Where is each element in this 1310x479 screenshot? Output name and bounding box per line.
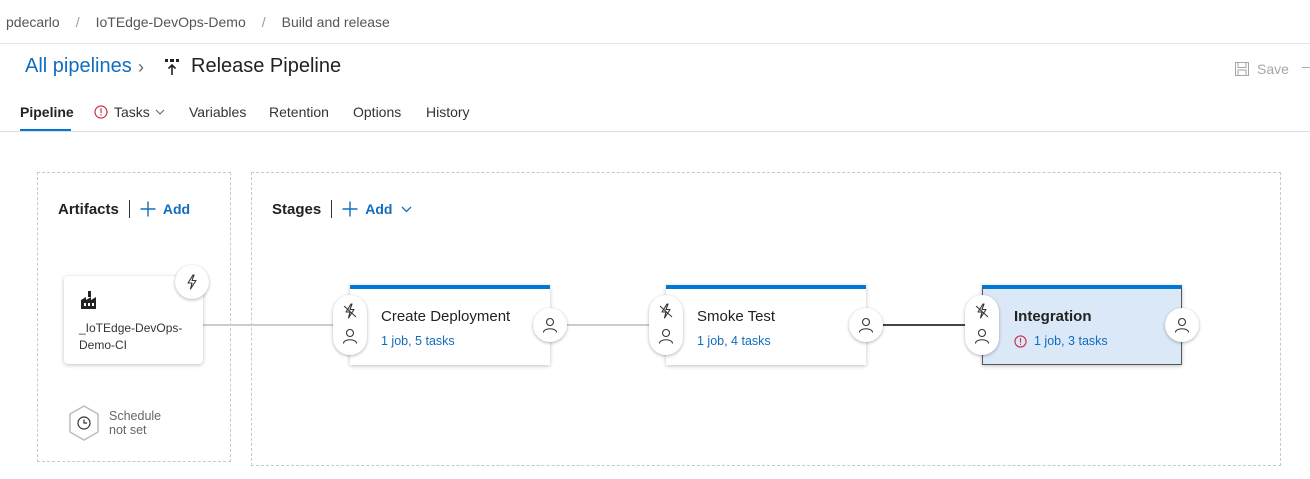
lightning-icon	[975, 303, 989, 319]
add-stage-button[interactable]: Add	[342, 201, 419, 217]
schedule-trigger[interactable]: Schedule not set	[67, 404, 161, 442]
tab-tasks[interactable]: Tasks	[94, 104, 165, 120]
artifacts-heading: Artifacts	[58, 200, 119, 218]
post-deployment-conditions-button[interactable]	[533, 308, 567, 342]
active-tab-indicator	[20, 129, 71, 131]
connector-line	[882, 324, 977, 326]
warning-icon	[1014, 334, 1027, 348]
stage-name: Smoke Test	[697, 308, 776, 325]
stage-summary: 1 job, 5 tasks	[381, 334, 455, 348]
approver-icon	[1174, 317, 1190, 333]
more-actions-button[interactable]: –	[1302, 58, 1310, 74]
tab-label: Variables	[189, 104, 247, 120]
chevron-down-icon	[401, 206, 412, 212]
stage-summary: 1 job, 3 tasks	[1034, 334, 1108, 348]
tab-variables[interactable]: Variables	[189, 104, 246, 120]
approver-icon	[658, 328, 674, 344]
breadcrumb-project[interactable]: IoTEdge-DevOps-Demo	[96, 14, 246, 30]
breadcrumb: pdecarlo / IoTEdge-DevOps-Demo / Build a…	[0, 0, 1310, 44]
tab-label: Options	[353, 104, 402, 120]
chevron-down-icon	[155, 109, 165, 115]
title-row: All pipelines › Release Pipeline Save –	[0, 44, 1310, 92]
stage-summary: 1 job, 4 tasks	[697, 334, 771, 348]
breadcrumb-separator: /	[261, 13, 266, 30]
breadcrumb-org[interactable]: pdecarlo	[6, 14, 60, 30]
release-pipeline-icon	[165, 59, 179, 75]
stage-summary-link[interactable]: 1 job, 5 tasks	[381, 334, 455, 348]
breadcrumb-section[interactable]: Build and release	[282, 14, 390, 30]
divider	[128, 200, 130, 218]
tab-label: Retention	[269, 104, 329, 120]
approver-icon	[342, 328, 358, 344]
stages-heading: Stages	[272, 200, 322, 218]
lightning-icon	[187, 274, 197, 290]
tab-pipeline[interactable]: Pipeline	[20, 104, 74, 120]
tab-history[interactable]: History	[426, 104, 470, 120]
divider	[331, 200, 333, 218]
tab-label: Pipeline	[20, 104, 74, 120]
post-deployment-conditions-button[interactable]	[849, 308, 883, 342]
build-artifact-icon	[81, 291, 96, 309]
stage-card-smoke-test[interactable]: Smoke Test 1 job, 4 tasks	[666, 285, 866, 365]
add-artifact-button[interactable]: Add	[140, 201, 190, 217]
all-pipelines-link[interactable]: All pipelines	[25, 55, 132, 78]
save-icon	[1235, 62, 1249, 76]
approver-icon	[974, 328, 990, 344]
approver-icon	[542, 317, 558, 333]
stage-summary-link[interactable]: 1 job, 3 tasks	[1014, 334, 1108, 348]
add-label: Add	[162, 201, 191, 217]
clock-icon	[69, 405, 99, 441]
continuous-deployment-trigger-button[interactable]	[175, 265, 209, 299]
stage-card-integration[interactable]: Integration 1 job, 3 tasks	[982, 285, 1182, 365]
save-button[interactable]: Save	[1235, 61, 1289, 77]
tab-label: Tasks	[114, 104, 150, 120]
page-title: Release Pipeline	[191, 55, 342, 77]
approver-icon	[858, 317, 874, 333]
artifacts-header: Artifacts Add	[58, 200, 190, 218]
warning-icon	[94, 105, 108, 119]
post-deployment-conditions-button[interactable]	[1165, 308, 1199, 342]
stage-summary-link[interactable]: 1 job, 4 tasks	[697, 334, 771, 348]
artifact-name: _IoTEdge-DevOps-Demo-CI	[79, 321, 183, 352]
tab-bar: Pipeline Tasks Variables Retention Optio…	[0, 92, 1310, 132]
tab-options[interactable]: Options	[353, 104, 401, 120]
schedule-label: Schedule	[109, 409, 162, 423]
pre-deployment-conditions-button[interactable]	[965, 295, 999, 355]
save-label: Save	[1257, 61, 1289, 77]
plus-icon	[342, 201, 358, 217]
stages-header: Stages Add	[272, 200, 419, 218]
schedule-status: not set	[109, 423, 147, 437]
pre-deployment-conditions-button[interactable]	[333, 295, 367, 355]
lightning-icon	[343, 303, 357, 319]
connector-line	[566, 324, 661, 326]
connector-line	[203, 324, 343, 326]
stage-name: Create Deployment	[381, 308, 511, 325]
stage-card-create-deployment[interactable]: Create Deployment 1 job, 5 tasks	[350, 285, 550, 365]
lightning-icon	[659, 303, 673, 319]
pre-deployment-conditions-button[interactable]	[649, 295, 683, 355]
chevron-right-icon: ›	[138, 57, 144, 77]
plus-icon	[140, 201, 156, 217]
tab-retention[interactable]: Retention	[269, 104, 329, 120]
tab-label: History	[426, 104, 470, 120]
add-label: Add	[365, 201, 393, 217]
stage-name: Integration	[1014, 308, 1092, 325]
breadcrumb-separator: /	[75, 13, 80, 30]
